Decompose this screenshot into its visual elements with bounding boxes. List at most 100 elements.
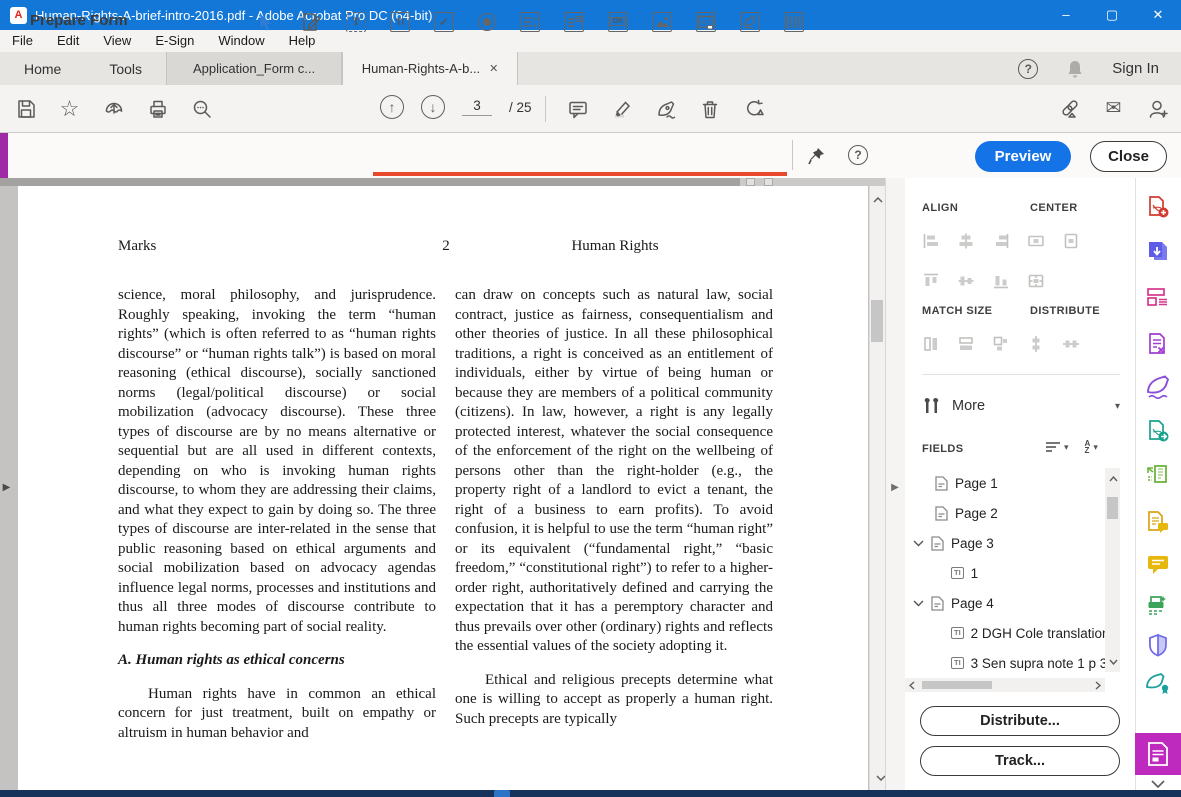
match-height-icon[interactable] xyxy=(920,333,942,355)
pdf-page[interactable]: Marks 2 Human Rights science, moral phil… xyxy=(18,186,868,790)
combine-files-icon[interactable] xyxy=(1135,234,1181,268)
link-icon[interactable] xyxy=(1058,97,1081,120)
notifications-bell-icon[interactable] xyxy=(1066,59,1084,79)
sort-by-order-icon[interactable]: ▾ xyxy=(1045,441,1069,453)
scroll-right-icon[interactable] xyxy=(1095,681,1101,690)
prepare-form-rail-icon-active[interactable] xyxy=(1135,733,1181,775)
page-number-input[interactable]: 3 xyxy=(462,98,492,116)
print-icon[interactable] xyxy=(146,97,169,120)
create-pdf-icon[interactable] xyxy=(1135,190,1181,224)
toolbar-hscroll-right-button[interactable] xyxy=(764,178,773,186)
tab-home[interactable]: Home xyxy=(0,52,85,85)
maximize-button[interactable]: ▢ xyxy=(1089,0,1135,30)
document-vscroll-thumb[interactable] xyxy=(871,300,883,342)
fill-and-sign-icon[interactable] xyxy=(1135,370,1181,404)
text-area-field-tool[interactable]: TI xyxy=(390,12,410,32)
radio-button-field-tool[interactable] xyxy=(478,13,496,31)
list-box-field-tool[interactable] xyxy=(520,12,540,32)
tab-document-application-form[interactable]: Application_Form c... xyxy=(166,52,342,85)
dropdown-field-tool[interactable] xyxy=(564,12,584,32)
tab-document-human-rights[interactable]: Human-Rights-A-b... ✕ xyxy=(342,52,518,85)
align-top-icon[interactable] xyxy=(920,270,942,292)
tree-item-page-2[interactable]: Page 2 xyxy=(905,498,1105,528)
previous-page-button[interactable]: ↑ xyxy=(380,95,404,119)
match-width-icon[interactable] xyxy=(955,333,977,355)
more-tools-row[interactable]: More ▾ xyxy=(922,393,1120,419)
distribute-vertically-icon[interactable] xyxy=(1025,333,1047,355)
tree-item-field-2[interactable]: TI 2 DGH Cole translation xyxy=(905,618,1105,648)
request-esignatures-icon[interactable] xyxy=(1135,505,1181,539)
certificates-icon[interactable] xyxy=(1135,666,1181,700)
close-window-button[interactable]: ✕ xyxy=(1135,0,1181,30)
scroll-down-icon[interactable] xyxy=(1105,654,1121,670)
match-both-icon[interactable] xyxy=(990,333,1012,355)
document-vscrollbar[interactable] xyxy=(869,186,885,790)
distribute-button[interactable]: Distribute... xyxy=(920,706,1120,736)
favorite-star-icon[interactable]: ☆ xyxy=(58,97,81,120)
align-bottom-icon[interactable] xyxy=(990,270,1012,292)
organize-pages-icon[interactable] xyxy=(1135,280,1181,314)
delete-trash-icon[interactable] xyxy=(698,97,721,120)
menu-view[interactable]: View xyxy=(91,30,143,52)
signature-field-tool[interactable] xyxy=(740,12,760,32)
scroll-up-icon[interactable] xyxy=(870,192,886,208)
tab-tools[interactable]: Tools xyxy=(85,52,166,85)
center-vertically-icon[interactable] xyxy=(1060,230,1082,252)
tree-item-page-1[interactable]: Page 1 xyxy=(905,468,1105,498)
tree-item-page-4[interactable]: Page 4 xyxy=(905,588,1105,618)
menu-edit[interactable]: Edit xyxy=(45,30,91,52)
date-field-tool[interactable] xyxy=(696,12,716,32)
close-tab-icon[interactable]: ✕ xyxy=(489,62,498,75)
export-pdf-icon[interactable] xyxy=(1135,414,1181,448)
fields-hscroll-thumb[interactable] xyxy=(922,681,992,689)
center-horizontally-icon[interactable] xyxy=(1025,230,1047,252)
delete-pages-icon[interactable] xyxy=(1135,327,1181,361)
collapse-panel-icon[interactable]: ▶ xyxy=(889,479,901,495)
preview-button[interactable]: Preview xyxy=(975,141,1071,172)
checkbox-field-tool[interactable]: ✓ xyxy=(434,12,454,32)
toolbar-hscroll-left-button[interactable] xyxy=(746,178,755,186)
text-field-tool[interactable]: T xyxy=(346,12,366,32)
menu-help[interactable]: Help xyxy=(277,30,328,52)
chevron-down-icon[interactable] xyxy=(913,540,924,547)
share-upload-icon[interactable] xyxy=(102,97,125,120)
protect-icon[interactable] xyxy=(1135,628,1181,662)
menu-window[interactable]: Window xyxy=(206,30,276,52)
email-icon[interactable]: ✉ xyxy=(1102,97,1125,120)
scroll-up-icon[interactable] xyxy=(1105,471,1121,487)
align-left-icon[interactable] xyxy=(920,230,942,252)
scan-ocr-icon[interactable] xyxy=(1135,588,1181,622)
next-page-button[interactable]: ↓ xyxy=(421,95,445,119)
document-pane[interactable]: Marks 2 Human Rights science, moral phil… xyxy=(0,186,885,790)
align-vertical-center-icon[interactable] xyxy=(955,270,977,292)
scroll-left-icon[interactable] xyxy=(909,681,915,690)
minimize-button[interactable]: – xyxy=(1043,0,1089,30)
track-button[interactable]: Track... xyxy=(920,746,1120,776)
nav-pane-toggle-icon[interactable]: ▶ xyxy=(0,478,13,496)
tree-item-page-3[interactable]: Page 3 xyxy=(905,528,1105,558)
comment-tool-icon[interactable] xyxy=(1135,548,1181,582)
chevron-down-icon[interactable] xyxy=(913,600,924,607)
menu-file[interactable]: File xyxy=(0,30,45,52)
ok-button-field-tool[interactable]: OK xyxy=(608,12,628,32)
menu-esign[interactable]: E-Sign xyxy=(143,30,206,52)
sign-pen-icon[interactable] xyxy=(654,97,677,120)
page-edit-tool[interactable] xyxy=(299,10,322,33)
center-both-icon[interactable] xyxy=(1025,270,1047,292)
search-icon[interactable] xyxy=(190,97,213,120)
add-user-icon[interactable] xyxy=(1146,97,1169,120)
align-right-icon[interactable] xyxy=(990,230,1012,252)
edit-pdf-icon[interactable] xyxy=(1135,457,1181,491)
fields-vscroll-thumb[interactable] xyxy=(1107,497,1118,519)
save-icon[interactable] xyxy=(14,97,37,120)
distribute-horizontally-icon[interactable] xyxy=(1060,333,1082,355)
tree-item-field-3[interactable]: TI 3 Sen supra note 1 p 3 xyxy=(905,648,1105,678)
sort-alphabetical-icon[interactable]: AZ ▾ xyxy=(1085,440,1098,454)
help-icon[interactable]: ? xyxy=(1018,59,1038,79)
toolbar-hscroll-thumb[interactable] xyxy=(0,178,740,186)
close-prepare-form-button[interactable]: Close xyxy=(1090,141,1167,172)
tree-item-field-1[interactable]: TI 1 xyxy=(905,558,1105,588)
select-cursor-tool[interactable] xyxy=(252,10,275,33)
barcode-field-tool[interactable] xyxy=(784,12,804,32)
prepare-form-help-icon[interactable]: ? xyxy=(848,145,868,165)
